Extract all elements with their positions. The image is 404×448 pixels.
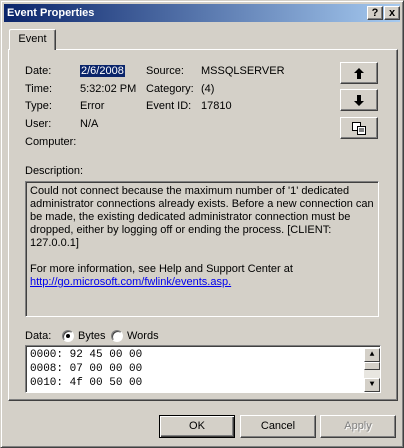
- source-value: MSSQLSERVER: [201, 65, 285, 77]
- event-id-label: Event ID:: [146, 100, 192, 112]
- description-text: Could not connect because the maximum nu…: [30, 185, 374, 249]
- cancel-button[interactable]: Cancel: [240, 415, 316, 438]
- user-value: N/A: [80, 118, 99, 130]
- data-box[interactable]: 0000: 92 45 00 00 0008: 07 00 00 00 0010…: [25, 345, 381, 393]
- bytes-label[interactable]: Bytes: [78, 330, 106, 342]
- copy-button[interactable]: [340, 117, 378, 139]
- time-label: Time:: [25, 83, 53, 95]
- date-label: Date:: [25, 65, 52, 77]
- scroll-thumb[interactable]: [364, 362, 380, 370]
- source-label: Source:: [146, 65, 184, 77]
- event-properties-window: Event Properties ? x Event Date: Time: T…: [0, 0, 404, 448]
- help-text: For more information, see Help and Suppo…: [30, 263, 293, 275]
- computer-label: Computer:: [25, 136, 77, 148]
- scroll-down-icon[interactable]: ▼: [364, 378, 380, 392]
- time-value: 5:32:02 PM: [80, 83, 137, 95]
- words-radio[interactable]: [111, 330, 123, 342]
- description-label: Description:: [25, 165, 84, 177]
- arrow-down-icon: [354, 95, 364, 106]
- words-label[interactable]: Words: [127, 330, 159, 342]
- scroll-up-icon[interactable]: ▲: [364, 348, 380, 362]
- data-row: 0010: 4f 00 50 00: [30, 377, 143, 389]
- arrow-up-icon: [354, 68, 364, 79]
- type-label: Type:: [25, 100, 52, 112]
- data-row: 0008: 07 00 00 00: [30, 363, 143, 375]
- copy-icon: [352, 122, 366, 135]
- user-label: User:: [25, 118, 52, 130]
- title-bar: Event Properties ? x: [4, 4, 400, 22]
- description-box[interactable]: Could not connect because the maximum nu…: [25, 181, 379, 317]
- help-button[interactable]: ?: [367, 6, 383, 20]
- close-button[interactable]: x: [384, 6, 400, 20]
- category-label: Category:: [146, 83, 194, 95]
- data-row: 0000: 92 45 00 00: [30, 349, 143, 361]
- bytes-radio[interactable]: [62, 330, 74, 342]
- apply-button[interactable]: Apply: [320, 415, 396, 438]
- tab-event[interactable]: Event: [9, 29, 56, 50]
- data-scrollbar[interactable]: ▲ ▼: [364, 348, 380, 392]
- date-value[interactable]: 2/6/2008: [80, 65, 125, 77]
- category-value: (4): [201, 83, 215, 95]
- data-label: Data:: [25, 330, 52, 342]
- next-event-button[interactable]: [340, 89, 378, 111]
- window-title: Event Properties: [7, 7, 95, 19]
- ok-button[interactable]: OK: [159, 415, 235, 438]
- help-link[interactable]: http://go.microsoft.com/fwlink/events.as…: [30, 276, 231, 288]
- previous-event-button[interactable]: [340, 62, 378, 84]
- type-value: Error: [80, 100, 105, 112]
- event-id-value: 17810: [201, 100, 232, 112]
